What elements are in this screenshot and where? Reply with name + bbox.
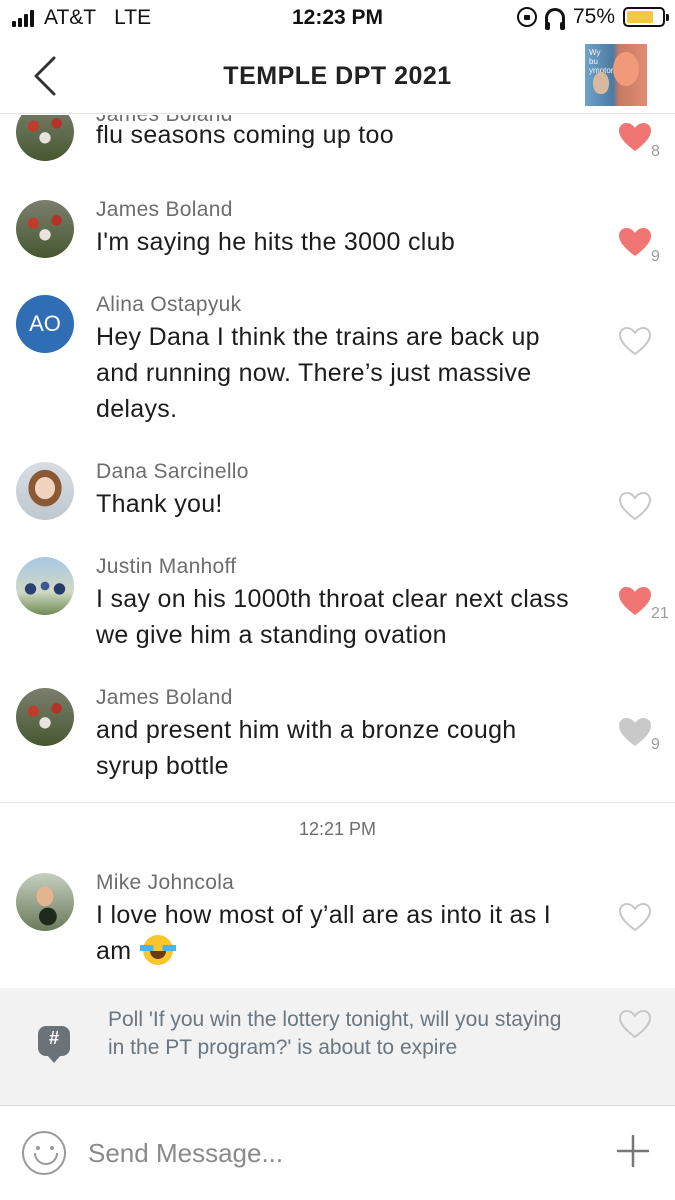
group-avatar-face — [613, 52, 639, 86]
message-text: flu seasons coming up too — [96, 121, 394, 149]
avatar[interactable] — [16, 200, 74, 258]
heart-icon[interactable] — [617, 121, 653, 153]
heart-icon[interactable] — [617, 585, 653, 617]
group-avatar[interactable]: Wy bu ymotor — [585, 44, 647, 106]
heart-icon[interactable] — [617, 716, 653, 748]
message-author: James Boland — [96, 686, 233, 709]
group-avatar-text: Wy bu ymotor — [589, 48, 614, 75]
message-item: Mike Johncola I love how most of y’all a… — [0, 871, 675, 985]
message-author: Dana Sarcinello — [96, 460, 249, 483]
message-item: James Boland and present him with a bron… — [0, 686, 675, 796]
timestamp-divider: 12:21 PM — [298, 819, 377, 839]
send-message-input[interactable] — [88, 1135, 568, 1171]
group-avatar-face — [593, 72, 609, 94]
like-count: 9 — [651, 248, 660, 265]
headphones-icon — [544, 8, 565, 30]
message-item: Dana Sarcinello Thank you! — [0, 460, 675, 540]
heart-outline-icon[interactable] — [617, 1008, 653, 1040]
tears-of-joy-emoji-icon — [139, 935, 176, 965]
divider — [0, 802, 675, 803]
message-text: Thank you! — [96, 490, 223, 518]
like-count: 9 — [651, 736, 660, 753]
battery-percent: 75% — [572, 5, 615, 28]
message-feed[interactable]: James Boland flu seasons coming up too 8… — [0, 115, 675, 985]
message-text: I love how most of y’all are as into it … — [96, 897, 576, 969]
avatar[interactable] — [16, 688, 74, 746]
message-text: Hey Dana I think the trains are back up … — [96, 323, 540, 423]
groupme-hashtag-icon: # — [38, 1026, 70, 1063]
message-composer — [0, 1107, 675, 1200]
plus-icon[interactable] — [615, 1133, 651, 1169]
like-count: 21 — [651, 605, 669, 622]
message-text: I'm saying he hits the 3000 club — [96, 228, 456, 256]
poll-notice[interactable]: # Poll 'If you win the lottery tonight, … — [0, 988, 675, 1106]
status-right: 75% — [516, 5, 669, 30]
nav-bar: TEMPLE DPT 2021 Wy bu ymotor — [0, 38, 675, 114]
heart-outline-icon[interactable] — [617, 490, 653, 522]
avatar[interactable]: AO — [16, 295, 74, 353]
avatar[interactable] — [16, 873, 74, 931]
heart-outline-icon[interactable] — [617, 325, 653, 357]
message-text: I say on his 1000th throat clear next cl… — [96, 585, 569, 649]
message-item: Justin Manhoff I say on his 1000th throa… — [0, 555, 675, 665]
avatar[interactable] — [16, 462, 74, 520]
poll-notice-text: Poll 'If you win the lottery tonight, wi… — [108, 1008, 562, 1059]
message-author: Justin Manhoff — [96, 555, 237, 578]
message-text: and present him with a bronze cough syru… — [96, 716, 517, 780]
message-item: James Boland flu seasons coming up too 8 — [0, 115, 675, 183]
heart-icon[interactable] — [617, 226, 653, 258]
message-author: James Boland — [96, 198, 233, 221]
battery-fill — [627, 11, 653, 23]
battery-icon — [623, 7, 669, 27]
message-item: AO Alina Ostapyuk Hey Dana I think the t… — [0, 293, 675, 433]
like-count: 8 — [651, 143, 660, 160]
rotation-lock-icon — [516, 7, 537, 27]
smiley-icon[interactable] — [22, 1131, 66, 1175]
avatar[interactable] — [16, 115, 74, 161]
message-item: James Boland I'm saying he hits the 3000… — [0, 198, 675, 278]
status-bar: AT&T LTE 12:23 PM 75% — [0, 0, 675, 38]
message-author: Alina Ostapyuk — [96, 293, 242, 316]
avatar[interactable] — [16, 557, 74, 615]
message-author: Mike Johncola — [96, 871, 235, 894]
heart-outline-icon[interactable] — [617, 901, 653, 933]
page-title: TEMPLE DPT 2021 — [223, 62, 452, 90]
